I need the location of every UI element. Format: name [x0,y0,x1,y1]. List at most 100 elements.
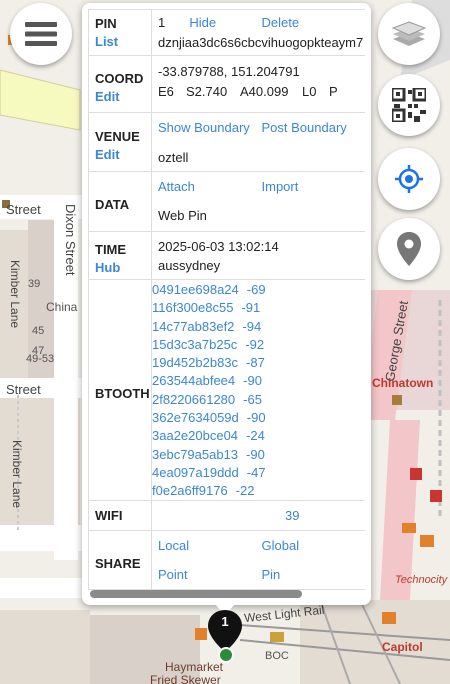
show-boundary-link[interactable]: Show Boundary [158,120,262,135]
btooth-device-id: 263544abfee4 [152,373,236,389]
horizontal-scrollbar[interactable] [90,590,302,598]
btooth-device-rssi: -87 [246,355,265,371]
coord-e: E6 [158,84,174,99]
btooth-device-id: 3aa2e20bce04 [152,428,239,444]
pin-id: dznjiaa3dc6s6cbcvihuogopkteaym7 [158,35,364,50]
btooth-device[interactable]: 15d3c3a7b25c -92 [152,336,365,354]
poi-capitol: Capitol [382,640,423,654]
row-label-wifi: WIFI [95,508,123,523]
row-data: DATA Attach Import Web Pin [88,172,365,232]
btooth-device-id: 2f8220661280 [152,391,236,407]
house-number: 39 [28,278,41,290]
time-hub: aussydney [158,258,221,273]
menu-button[interactable] [10,3,72,65]
wifi-count-link[interactable]: 39 [285,508,299,523]
share-point-link[interactable]: Point [158,567,262,582]
pin-number: 1 [158,15,166,30]
coord-edit-link[interactable]: Edit [95,89,151,104]
street-label: Street [6,202,41,217]
btooth-device-list: 0491ee698a24 -69 116f300e8c55 -91 14c77ab83e… [152,280,365,500]
row-label-data: DATA [95,197,130,212]
street-label-dixon: Dixon Street [63,204,78,276]
btooth-device[interactable]: 0491ee698a24 -69 [152,281,365,299]
btooth-device-rssi: -94 [242,318,262,334]
row-time: TIME Hub 2025-06-03 13:02:14 aussydney [88,232,365,280]
btooth-device[interactable]: 19d452b2b83c -87 [152,354,365,372]
btooth-device[interactable]: 362e7634059d -90 [152,409,365,427]
btooth-device[interactable]: 3aa2e20bce04 -24 [152,427,365,445]
data-value: Web Pin [158,208,207,223]
btooth-device-rssi: -65 [243,391,262,407]
coord-a: A40.099 [240,84,289,99]
row-label-time: TIME [95,242,127,257]
row-label-pin: PIN [95,16,117,31]
layers-icon [392,21,426,46]
btooth-device-rssi: -24 [246,428,265,444]
row-coord: COORD Edit -33.879788, 151.204791 E6 S2.… [88,56,365,113]
btooth-device[interactable]: 3ebc79a5ab13 -90 [152,446,365,464]
btooth-device-rssi: -22 [235,483,255,499]
house-number: 49-53 [26,353,55,365]
hamburger-menu-icon [25,22,57,46]
row-label-share: SHARE [95,555,141,571]
marker-label: 1 [221,614,229,629]
hub-link[interactable]: Hub [95,260,151,275]
delete-link[interactable]: Delete [262,15,366,30]
btooth-device-rssi: -90 [243,373,262,389]
share-global-link[interactable]: Global [262,538,366,553]
coord-l: L0 [302,84,317,99]
btooth-device[interactable]: f0e2a6ff9176 -22 [152,482,365,500]
row-label-venue: VENUE [95,128,140,144]
btooth-device[interactable]: 116f300e8c55 -91 [152,299,365,317]
my-location-button[interactable] [378,148,440,210]
row-label-btooth: BTOOTH [95,385,150,401]
btooth-device-id: 4ea097a19ddd [152,464,239,480]
attach-link[interactable]: Attach [158,179,262,194]
btooth-device-rssi: -91 [241,300,261,316]
street-label-kimber-2: Kimber Lane [10,440,24,509]
pin-details-table: PIN List 1 Hide Delete dznjiaa3dc6s6cbcv… [88,9,365,590]
import-link[interactable]: Import [262,179,366,194]
btooth-device[interactable]: 2f8220661280 -65 [152,391,365,409]
btooth-device-id: 14c77ab83ef2 [152,318,235,334]
btooth-device[interactable]: 263544abfee4 -90 [152,372,365,390]
poi-fried-skewer: Fried Skewer [150,673,221,684]
btooth-device-id: 15d3c3a7b25c [152,336,238,352]
row-wifi: WIFI 39 [88,501,365,531]
btooth-device[interactable]: 4ea097a19ddd -47 [152,464,365,482]
share-local-link[interactable]: Local [158,538,262,553]
poi-china: China [46,300,78,314]
btooth-device-rssi: -69 [246,282,266,297]
qr-code-icon [392,88,426,122]
street-label: Street [6,382,41,397]
venue-edit-link[interactable]: Edit [95,147,151,162]
qr-code-button[interactable] [378,74,440,136]
btooth-device-rssi: -92 [245,336,265,352]
list-link[interactable]: List [95,34,151,49]
post-boundary-link[interactable]: Post Boundary [262,120,366,135]
coord-latlng: -33.879788, 151.204791 [158,64,300,79]
layers-button[interactable] [378,3,440,65]
pin-details-popup: PIN List 1 Hide Delete dznjiaa3dc6s6cbcv… [82,3,371,605]
btooth-device-rssi: -90 [246,446,265,462]
share-pin-link[interactable]: Pin [262,567,366,582]
btooth-device[interactable]: 14c77ab83ef2 -94 [152,318,365,336]
house-number: 45 [32,325,45,337]
poi-boc: BOC [265,650,289,662]
btooth-device-id: f0e2a6ff9176 [152,483,228,499]
drop-pin-button[interactable] [378,218,440,280]
row-label-coord: COORD [95,70,144,86]
btooth-device-id: 362e7634059d [152,410,239,426]
row-share: SHARE Local Global Point Pin [88,531,365,590]
coord-s: S2.740 [186,84,228,99]
poi-technocity: Technocity [395,574,448,586]
btooth-device-id: 19d452b2b83c [152,355,239,371]
row-venue: VENUE Edit Show Boundary Post Boundary o… [88,113,365,172]
btooth-device-rssi: -90 [246,410,266,426]
hide-link[interactable]: Hide [189,15,261,30]
btooth-device-id: 0491ee698a24 [152,282,239,297]
btooth-device-id: 116f300e8c55 [152,300,234,316]
poi-chinatown: Chinatown [372,376,434,390]
row-pin: PIN List 1 Hide Delete dznjiaa3dc6s6cbcv… [88,10,365,56]
pin-marker[interactable]: 1 [206,608,244,671]
